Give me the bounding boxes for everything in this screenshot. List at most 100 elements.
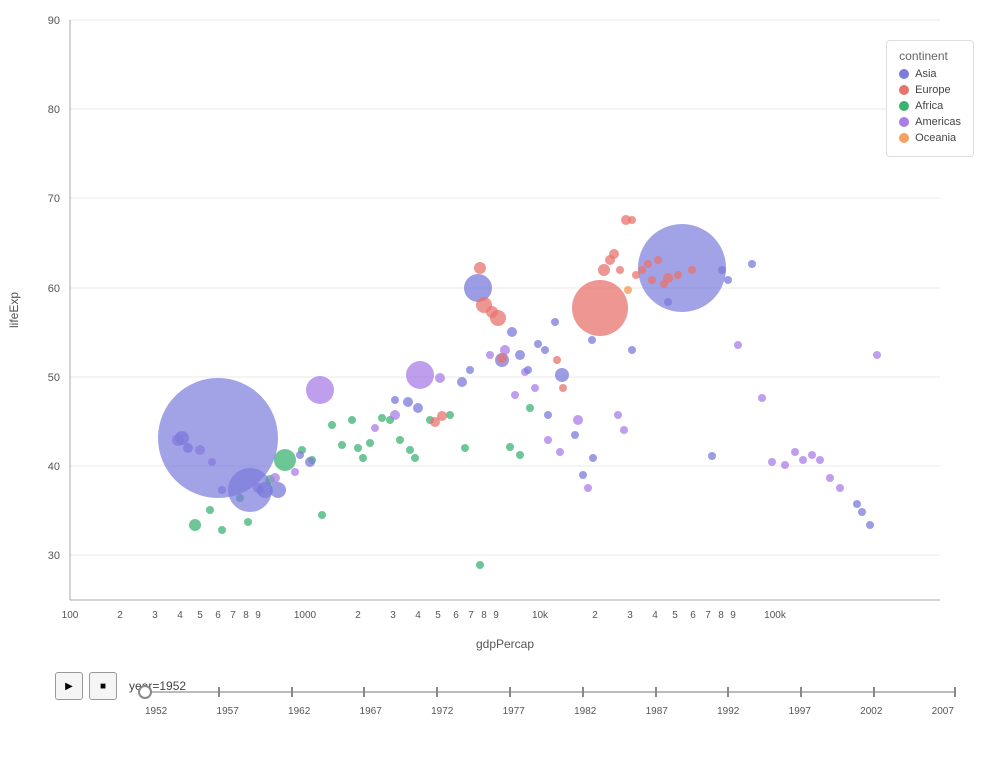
play-button[interactable]: ▶ [55, 672, 83, 700]
bubble [486, 351, 494, 359]
xtick-5a: 5 [197, 610, 203, 621]
ytick-40: 40 [48, 461, 60, 473]
ytick-90: 90 [48, 15, 60, 27]
xtick-8c: 8 [718, 610, 724, 621]
legend-item-europe: Europe [899, 84, 961, 96]
slider-thumb[interactable] [138, 685, 152, 699]
bubble [544, 411, 552, 419]
year-label-2002: 2002 [860, 706, 882, 717]
tick-1992 [727, 687, 729, 697]
bubble [598, 264, 610, 276]
xtick-4c: 4 [652, 610, 658, 621]
bubble [515, 350, 525, 360]
bubble [674, 271, 682, 279]
bubble [270, 473, 280, 483]
year-label-1987: 1987 [646, 706, 668, 717]
legend-label-oceania: Oceania [915, 132, 956, 144]
bubble [476, 561, 484, 569]
tick-1957 [218, 687, 220, 697]
bubble [628, 346, 636, 354]
bubble [638, 266, 646, 274]
bubble [873, 351, 881, 359]
legend-dot-europe [899, 85, 909, 95]
bubble [791, 448, 799, 456]
bubble [437, 411, 447, 421]
xtick-2a: 2 [117, 610, 123, 621]
bubble [366, 439, 374, 447]
bubble [734, 341, 742, 349]
tick-1977 [509, 687, 511, 697]
bubble [663, 273, 673, 283]
xtick-7b: 7 [468, 610, 474, 621]
xtick-3c: 3 [627, 610, 633, 621]
bubble [218, 486, 226, 494]
bubble [466, 366, 474, 374]
ytick-50: 50 [48, 372, 60, 384]
bubble [189, 519, 201, 531]
xtick-9a: 9 [255, 610, 261, 621]
legend-dot-asia [899, 69, 909, 79]
bubble [411, 454, 419, 462]
bubble [206, 506, 214, 514]
bubble [274, 449, 296, 471]
bubble [708, 452, 716, 460]
bubble [291, 468, 299, 476]
legend-label-asia: Asia [915, 68, 936, 80]
bubble [816, 456, 824, 464]
bubble [305, 457, 315, 467]
tick-2007 [954, 687, 956, 697]
bubble [559, 384, 567, 392]
bubble [354, 444, 362, 452]
bubble [748, 260, 756, 268]
legend-dot-africa [899, 101, 909, 111]
bubble [413, 403, 423, 413]
legend-dot-americas [899, 117, 909, 127]
bubble [318, 511, 326, 519]
ytick-80: 80 [48, 104, 60, 116]
slider-track [145, 691, 954, 693]
bubble [551, 318, 559, 326]
slider-track-area [145, 682, 954, 702]
stop-button[interactable]: ■ [89, 672, 117, 700]
bubble [588, 336, 596, 344]
plot-area [70, 20, 940, 600]
bubble [348, 416, 356, 424]
xtick-100: 100 [62, 610, 79, 621]
xtick-9c: 9 [730, 610, 736, 621]
bubble [396, 436, 404, 444]
bubble-japan [464, 274, 492, 302]
tick-1972 [436, 687, 438, 697]
ytick-60: 60 [48, 283, 60, 295]
bubble-large-asia [638, 224, 726, 312]
bubble [799, 456, 807, 464]
chart-legend: continent Asia Europe Africa Americas Oc… [886, 40, 974, 157]
scatter-plot: 90 80 70 60 50 40 30 100 2 3 4 5 [0, 0, 984, 765]
legend-title: continent [899, 49, 961, 63]
bubble [555, 368, 569, 382]
xtick-4a: 4 [177, 610, 183, 621]
tick-2002 [873, 687, 875, 697]
bubble [614, 411, 622, 419]
xtick-10k: 10k [532, 610, 549, 621]
bubble [584, 484, 592, 492]
legend-dot-oceania [899, 133, 909, 143]
bubble [541, 346, 549, 354]
xtick-6a: 6 [215, 610, 221, 621]
bubble [579, 471, 587, 479]
bubble [526, 404, 534, 412]
tick-1967 [363, 687, 365, 697]
bubble [218, 526, 226, 534]
bubble [758, 394, 766, 402]
legend-label-americas: Americas [915, 116, 961, 128]
legend-label-africa: Africa [915, 100, 943, 112]
bubble [446, 411, 454, 419]
legend-item-africa: Africa [899, 100, 961, 112]
x-axis-label: gdpPercap [476, 637, 534, 651]
bubble [406, 446, 414, 454]
bubble [808, 451, 816, 459]
bubble [359, 454, 367, 462]
bubble [609, 249, 619, 259]
xtick-6c: 6 [690, 610, 696, 621]
bubble [511, 391, 519, 399]
xtick-5b: 5 [435, 610, 441, 621]
